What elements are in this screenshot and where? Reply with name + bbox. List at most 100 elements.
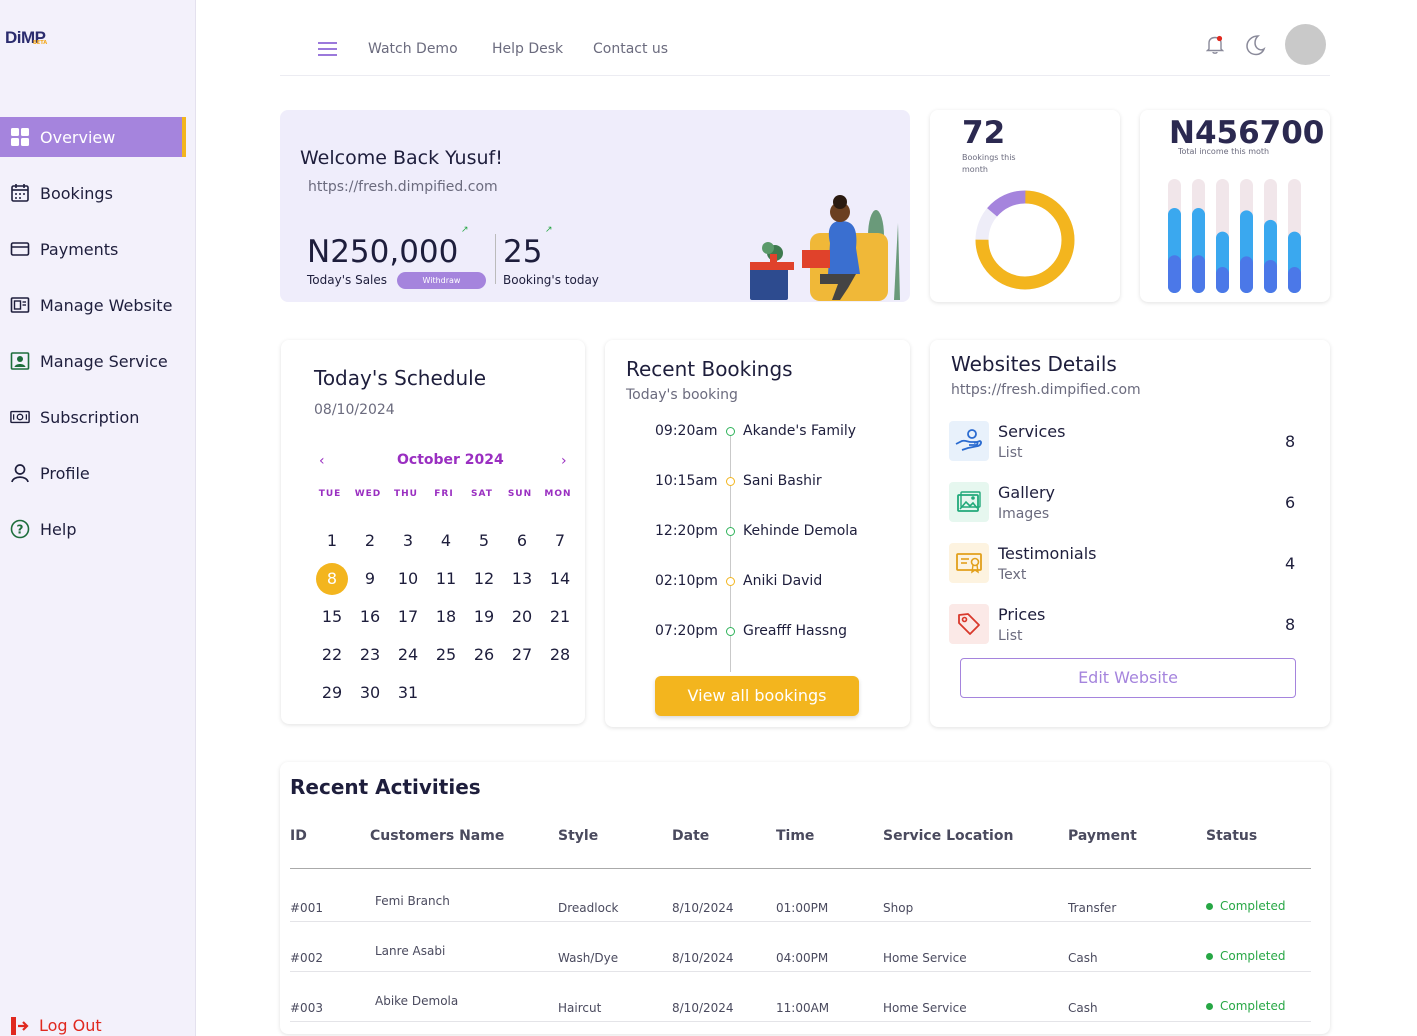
contact-us-link[interactable]: Contact us xyxy=(593,41,668,57)
sidebar-item-profile[interactable]: Profile xyxy=(0,453,186,493)
certificate-icon xyxy=(949,543,989,583)
avatar[interactable] xyxy=(1285,24,1326,65)
calendar-day[interactable]: 11 xyxy=(430,563,462,595)
calendar-day[interactable]: 14 xyxy=(544,563,576,595)
column-header-status: Status xyxy=(1206,828,1258,844)
calendar-day[interactable]: 12 xyxy=(468,563,500,595)
calendar-prev-button[interactable]: ‹ xyxy=(319,453,325,469)
top-bar: Watch Demo Help Desk Contact us xyxy=(280,24,1330,76)
schedule-card: Today's Schedule 08/10/2024 ‹ October 20… xyxy=(281,340,585,724)
calendar-day[interactable]: 28 xyxy=(544,639,576,671)
row-time: 11:00AM xyxy=(776,1001,830,1015)
calendar-day[interactable]: 17 xyxy=(392,601,424,633)
booking-customer-name[interactable]: Akande's Family xyxy=(743,423,856,439)
watch-demo-link[interactable]: Watch Demo xyxy=(368,41,458,57)
calendar-weekday: WED xyxy=(354,489,382,499)
trend-up-icon: ↗ xyxy=(461,225,469,235)
calendar-day[interactable]: 27 xyxy=(506,639,538,671)
person-illustration xyxy=(748,188,906,306)
row-customer-name[interactable]: Lanre Asabi xyxy=(375,944,445,958)
booking-time: 07:20pm xyxy=(655,623,718,639)
prices-label[interactable]: Prices xyxy=(998,605,1045,624)
calendar-next-button[interactable]: › xyxy=(561,453,567,469)
booking-customer-name[interactable]: Kehinde Demola xyxy=(743,523,858,539)
calendar-day[interactable]: 16 xyxy=(354,601,386,633)
row-customer-name[interactable]: Femi Branch xyxy=(375,894,450,908)
row-customer-name[interactable]: Abike Demola xyxy=(375,994,458,1008)
status-badge: Completed xyxy=(1206,899,1285,913)
calendar-day[interactable]: 26 xyxy=(468,639,500,671)
status-dot-icon xyxy=(1206,1002,1213,1010)
sidebar-item-manage-service[interactable]: Manage Service xyxy=(0,341,186,381)
calendar-day[interactable]: 10 xyxy=(392,563,424,595)
website-url[interactable]: https://fresh.dimpified.com xyxy=(308,179,498,195)
services-sub: List xyxy=(998,445,1023,461)
bookings-today-label: Booking's today xyxy=(503,273,599,287)
booking-customer-name[interactable]: Greafff Hassng xyxy=(743,623,847,639)
calendar-day[interactable]: 31 xyxy=(392,677,424,709)
calendar-day[interactable]: 29 xyxy=(316,677,348,709)
calendar-day[interactable]: 1 xyxy=(316,525,348,557)
calendar-day[interactable]: 21 xyxy=(544,601,576,633)
status-badge: Completed xyxy=(1206,949,1285,963)
bookings-donut-chart xyxy=(975,190,1075,290)
user-icon xyxy=(10,463,30,483)
calendar-day-selected[interactable]: 8 xyxy=(316,563,348,595)
calendar-month: October 2024 xyxy=(397,452,504,468)
calendar-day[interactable]: 6 xyxy=(506,525,538,557)
booking-time: 09:20am xyxy=(655,423,718,439)
sidebar-item-manage-website[interactable]: Manage Website xyxy=(0,285,186,325)
income-bar-chart xyxy=(1168,179,1301,293)
bookings-month-label: Bookings this month xyxy=(962,153,1016,174)
bookings-stat-card: 72 Bookings this month xyxy=(930,110,1120,302)
calendar-day[interactable]: 25 xyxy=(430,639,462,671)
bell-icon[interactable] xyxy=(1205,35,1225,59)
column-header-location: Service Location xyxy=(883,828,1014,844)
booking-customer-name[interactable]: Aniki David xyxy=(743,573,822,589)
logout-button[interactable]: Log Out xyxy=(10,1016,102,1035)
withdraw-button[interactable]: Withdraw xyxy=(397,272,486,289)
calendar-day[interactable]: 18 xyxy=(430,601,462,633)
sidebar-item-overview[interactable]: Overview xyxy=(0,117,186,157)
calendar-day[interactable]: 9 xyxy=(354,563,386,595)
row-divider xyxy=(290,1021,1311,1022)
help-desk-link[interactable]: Help Desk xyxy=(492,41,563,57)
calendar-day[interactable]: 23 xyxy=(354,639,386,671)
calendar-day[interactable]: 15 xyxy=(316,601,348,633)
calendar-day[interactable]: 5 xyxy=(468,525,500,557)
help-icon: ? xyxy=(10,519,30,539)
sidebar-item-bookings[interactable]: Bookings xyxy=(0,173,186,213)
services-label[interactable]: Services xyxy=(998,422,1065,441)
gallery-label[interactable]: Gallery xyxy=(998,483,1055,502)
income-bar-lower xyxy=(1288,267,1301,293)
calendar-day[interactable]: 3 xyxy=(392,525,424,557)
booking-customer-name[interactable]: Sani Bashir xyxy=(743,473,822,489)
testimonials-label[interactable]: Testimonials xyxy=(998,544,1097,563)
website-details-title: Websites Details xyxy=(951,352,1117,376)
sidebar-item-help[interactable]: ? Help xyxy=(0,509,186,549)
menu-icon[interactable] xyxy=(318,42,337,56)
calendar-weekday: MON xyxy=(544,489,572,499)
sidebar-item-payments[interactable]: Payments xyxy=(0,229,186,269)
website-details-url[interactable]: https://fresh.dimpified.com xyxy=(951,382,1141,398)
calendar-day[interactable]: 7 xyxy=(544,525,576,557)
calendar-day[interactable]: 4 xyxy=(430,525,462,557)
schedule-title: Today's Schedule xyxy=(314,366,487,390)
logout-icon xyxy=(10,1016,30,1035)
sidebar-item-subscription[interactable]: Subscription xyxy=(0,397,186,437)
calendar-day[interactable]: 2 xyxy=(354,525,386,557)
sidebar-item-label: Bookings xyxy=(40,183,113,203)
moon-icon[interactable] xyxy=(1244,34,1266,60)
edit-website-button[interactable]: Edit Website xyxy=(960,658,1296,698)
calendar-day[interactable]: 20 xyxy=(506,601,538,633)
view-all-bookings-button[interactable]: View all bookings xyxy=(655,676,859,716)
calendar-day[interactable]: 19 xyxy=(468,601,500,633)
recent-bookings-title: Recent Bookings xyxy=(626,357,793,381)
calendar-day[interactable]: 24 xyxy=(392,639,424,671)
calendar-day[interactable]: 30 xyxy=(354,677,386,709)
calendar-day[interactable]: 22 xyxy=(316,639,348,671)
gallery-count: 6 xyxy=(1285,493,1296,512)
calendar-day[interactable]: 13 xyxy=(506,563,538,595)
timeline-dot xyxy=(726,527,735,536)
status-dot-icon xyxy=(1206,902,1213,910)
